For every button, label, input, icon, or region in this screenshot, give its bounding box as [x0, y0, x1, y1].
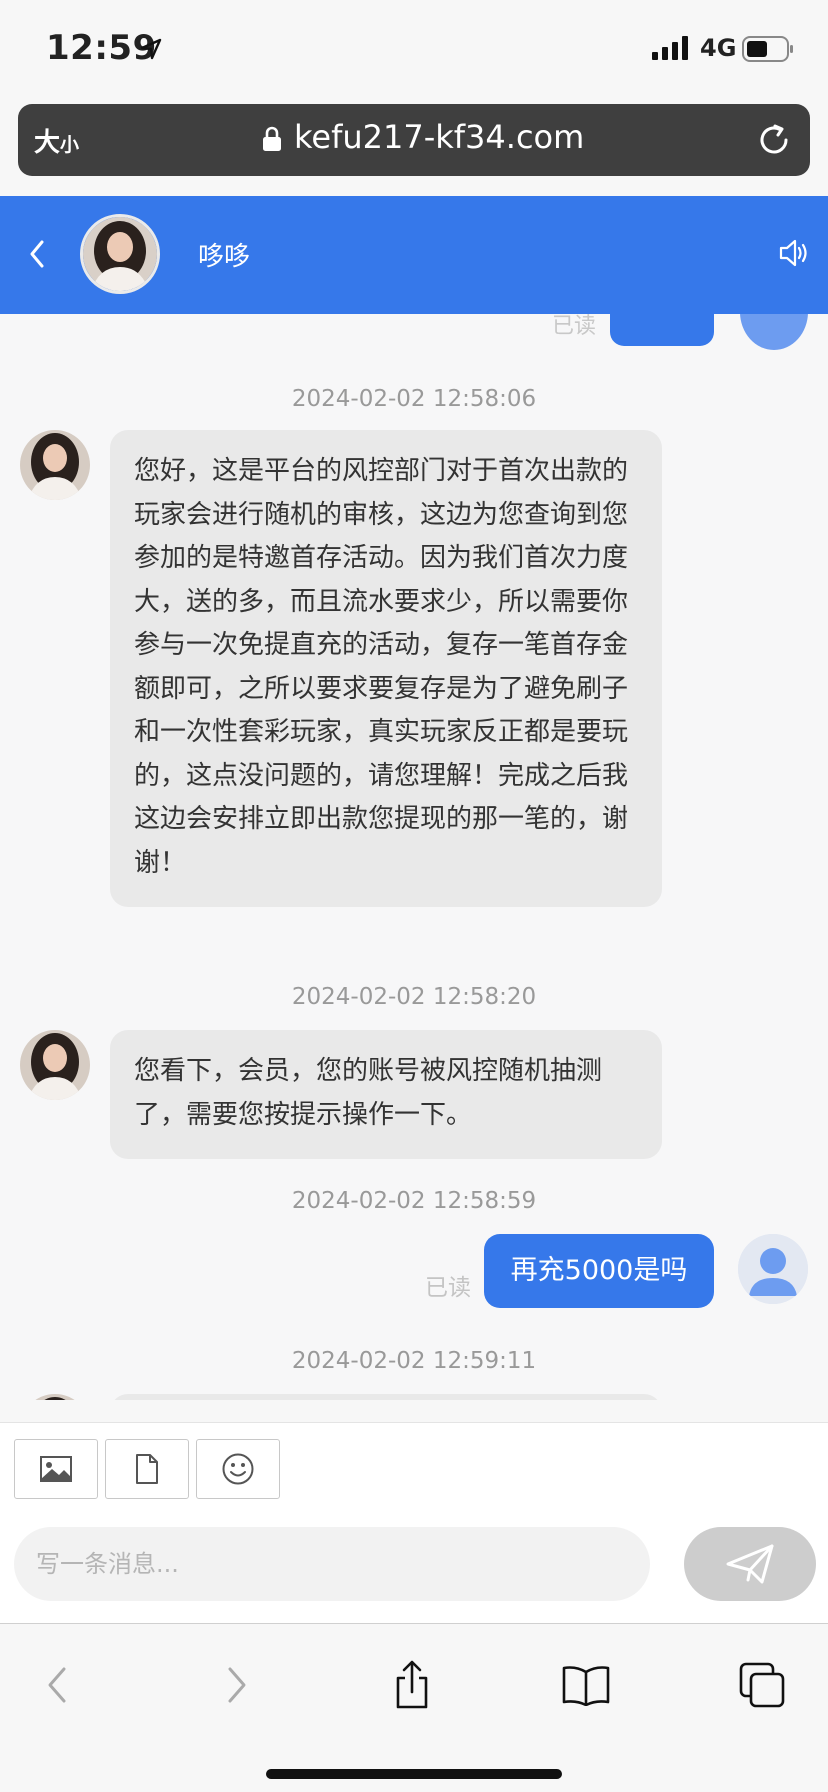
agent-avatar	[20, 1030, 90, 1100]
input-area	[0, 1422, 828, 1624]
agent-message-bubble[interactable]: 您好，这是平台的风控部门对于首次出款的玩家会进行随机的审核，这边为您查询到您参加…	[110, 430, 662, 907]
bookmarks-button[interactable]	[556, 1655, 616, 1715]
url-text[interactable]: kefu217-kf34.com	[294, 118, 584, 156]
agent-avatar	[20, 1394, 90, 1400]
reload-icon[interactable]	[756, 122, 792, 158]
user-message-bubble[interactable]	[610, 314, 714, 346]
address-bar[interactable]: 大小 kefu217-kf34.com	[18, 104, 810, 176]
tabs-icon	[739, 1662, 785, 1708]
chevron-left-icon[interactable]	[24, 236, 48, 272]
battery-icon	[742, 36, 793, 62]
emoji-icon	[222, 1453, 254, 1485]
forward-arrow-icon	[228, 1667, 246, 1703]
image-upload-button[interactable]	[14, 1439, 98, 1499]
message-timestamp: 2024-02-02 12:59:11	[291, 1348, 537, 1374]
share-icon	[396, 1660, 428, 1709]
read-label: 已读	[552, 314, 597, 339]
send-button[interactable]	[684, 1527, 816, 1601]
user-message-bubble[interactable]: 再充5000是吗	[484, 1234, 714, 1308]
bookmarks-icon	[562, 1666, 610, 1706]
back-arrow-icon	[48, 1667, 66, 1703]
message-timestamp: 2024-02-02 12:58:06	[291, 386, 537, 412]
signal-icon	[652, 36, 688, 60]
agent-message-bubble[interactable]	[110, 1394, 662, 1400]
lock-icon	[263, 126, 281, 151]
status-bar: 12:59 4G	[0, 0, 828, 96]
home-indicator[interactable]	[266, 1769, 562, 1779]
message-timestamp: 2024-02-02 12:58:59	[291, 1188, 537, 1214]
file-icon	[136, 1454, 158, 1484]
text-size-small: 小	[60, 134, 80, 156]
browser-forward-button[interactable]	[206, 1655, 266, 1715]
user-avatar	[740, 314, 808, 350]
file-upload-button[interactable]	[105, 1439, 189, 1499]
send-icon	[726, 1544, 774, 1584]
tabs-button[interactable]	[732, 1655, 792, 1715]
share-button[interactable]	[382, 1655, 442, 1715]
message-input[interactable]	[14, 1527, 650, 1601]
image-icon	[40, 1456, 72, 1482]
text-size-button[interactable]: 大小	[34, 122, 79, 159]
contact-name: 哆哆	[198, 242, 251, 272]
agent-avatar	[20, 430, 90, 500]
location-arrow-icon	[140, 38, 162, 60]
agent-avatar[interactable]	[80, 214, 160, 294]
emoji-button[interactable]	[196, 1439, 280, 1499]
message-timestamp: 2024-02-02 12:58:20	[291, 984, 537, 1010]
browser-toolbar	[0, 1625, 828, 1792]
speaker-icon[interactable]	[778, 236, 808, 270]
network-label: 4G	[700, 34, 737, 62]
chat-header: 哆哆	[0, 196, 828, 314]
read-label: 已读	[425, 1275, 471, 1301]
user-avatar	[738, 1234, 808, 1304]
browser-back-button[interactable]	[28, 1655, 88, 1715]
message-list[interactable]: 已读 2024-02-02 12:58:06 您好，这是平台的风控部门对于首次出…	[0, 314, 828, 1400]
text-size-big: 大	[34, 128, 61, 158]
agent-message-bubble[interactable]: 您看下，会员，您的账号被风控随机抽测了，需要您按提示操作一下。	[110, 1030, 662, 1159]
